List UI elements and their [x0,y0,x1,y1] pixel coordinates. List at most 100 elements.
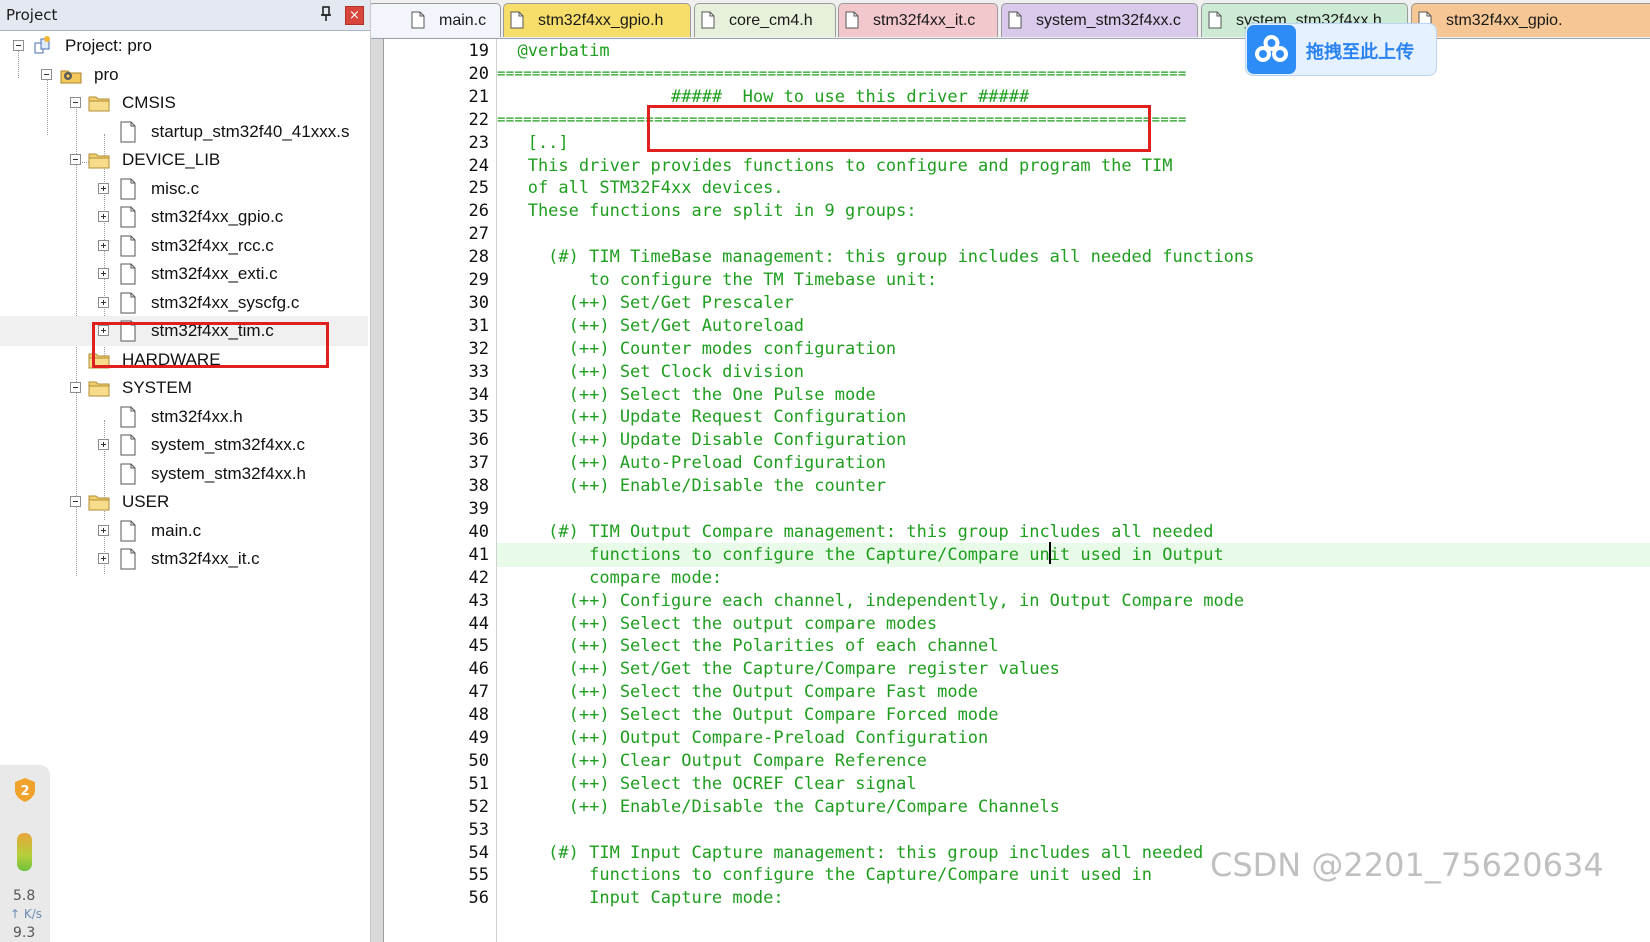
code-line[interactable]: 49 (++) Output Compare-Preload Configura… [371,726,1650,750]
tree-item-file[interactable]: system_stm32f4xx.h [0,459,368,489]
expand-icon[interactable] [98,268,109,279]
code-line[interactable]: 45 (++) Select the Polarities of each ch… [371,634,1650,658]
editor-tab[interactable]: stm32f4xx_gpio.h [503,3,691,37]
code-line[interactable]: 41 functions to configure the Capture/Co… [371,542,1650,567]
code-line[interactable]: 29 to configure the TM Timebase unit: [371,268,1650,292]
code-text[interactable]: Input Capture mode: [497,888,783,908]
code-line[interactable]: 46 (++) Set/Get the Capture/Compare regi… [371,657,1650,681]
code-line[interactable]: 31 (++) Set/Get Autoreload [371,314,1650,338]
code-text[interactable]: (#) TIM TimeBase management: this group … [497,247,1254,267]
collapse-icon[interactable] [70,154,81,165]
code-text[interactable]: @verbatim [497,41,609,61]
code-line[interactable]: 36 (++) Update Disable Configuration [371,428,1650,452]
tree-item-target[interactable]: pro [0,60,368,90]
tree-item-project[interactable]: Project: pro [0,31,368,61]
code-text[interactable]: (++) Set/Get the Capture/Compare registe… [497,659,1060,679]
collapse-icon[interactable] [13,40,24,51]
tree-item-folder[interactable]: USER [0,487,368,517]
network-speed-widget[interactable]: 2 5.8 ↑ K/s 9.3 [0,765,50,942]
collapse-icon[interactable] [70,382,81,393]
code-text[interactable]: (++) Select the Output Compare Forced mo… [497,705,999,725]
tree-item-file[interactable]: stm32f4xx_it.c [0,544,368,574]
code-line[interactable]: 26 These functions are split in 9 groups… [371,199,1650,223]
code-line[interactable]: 20 ======================================… [371,62,1650,86]
editor-tab[interactable]: system_stm32f4xx.c [1001,3,1198,37]
code-line[interactable]: 47 (++) Select the Output Compare Fast m… [371,680,1650,704]
expand-icon[interactable] [98,553,109,564]
code-line[interactable]: 32 (++) Counter modes configuration [371,337,1650,361]
tree-item-file[interactable]: stm32f4xx.h [0,402,368,432]
code-text[interactable]: (++) Configure each channel, independent… [497,591,1245,611]
expand-icon[interactable] [98,239,109,251]
code-line[interactable]: 56 Input Capture mode: [371,886,1650,910]
code-line[interactable]: 44 (++) Select the output compare modes [371,612,1650,636]
code-line[interactable]: 51 (++) Select the OCREF Clear signal [371,772,1650,796]
code-text[interactable]: functions to configure the Capture/Compa… [497,865,1152,885]
code-line[interactable]: 38 (++) Enable/Disable the counter [371,474,1650,498]
code-line[interactable]: 33 (++) Set Clock division [371,360,1650,384]
code-line[interactable]: 53 [371,818,1650,842]
code-text[interactable]: (++) Select the Output Compare Fast mode [497,682,978,702]
code-text[interactable]: (++) Set/Get Autoreload [497,316,804,336]
code-line[interactable]: 25 of all STM32F4xx devices. [371,176,1650,200]
code-text[interactable]: (++) Output Compare-Preload Configuratio… [497,728,989,748]
collapse-icon[interactable] [70,496,81,507]
code-text[interactable]: of all STM32F4xx devices. [497,178,784,198]
tree-item-file[interactable]: main.c [0,516,368,546]
tree-item-file[interactable]: stm32f4xx_syscfg.c [0,288,368,318]
code-text[interactable]: (++) Clear Output Compare Reference [497,751,927,771]
tree-item-folder[interactable]: DEVICE_LIB [0,145,368,175]
code-text[interactable]: compare mode: [497,568,722,588]
code-text[interactable]: (++) Update Disable Configuration [497,430,907,450]
expand-icon[interactable] [98,182,109,194]
expand-icon[interactable] [98,296,109,308]
drag-upload-badge[interactable]: 拖拽至此上传 [1245,23,1437,76]
code-text[interactable]: (#) TIM Input Capture management: this g… [497,843,1203,863]
code-line[interactable]: 42 compare mode: [371,566,1650,590]
code-text[interactable]: ##### How to use this driver ##### [497,87,1029,107]
expand-icon[interactable] [98,439,109,450]
code-line[interactable]: 27 [371,222,1650,246]
code-line[interactable]: 48 (++) Select the Output Compare Forced… [371,703,1650,727]
code-line[interactable]: 50 (++) Clear Output Compare Reference [371,749,1650,773]
tree-item-folder[interactable]: SYSTEM [0,373,368,403]
collapse-icon[interactable] [70,97,81,108]
code-text[interactable]: (++) Select the Polarities of each chann… [497,636,999,656]
code-line[interactable]: 52 (++) Enable/Disable the Capture/Compa… [371,795,1650,819]
pin-icon[interactable] [318,5,334,23]
code-text[interactable]: These functions are split in 9 groups: [497,201,917,221]
code-text[interactable]: (++) Update Request Configuration [497,407,907,427]
code-line[interactable]: 30 (++) Set/Get Prescaler [371,291,1650,315]
editor-tab[interactable]: stm32f4xx_gpio. [1411,3,1650,37]
tree-item-file[interactable]: misc.c [0,174,368,204]
code-text[interactable]: (++) Counter modes configuration [497,339,897,359]
code-text[interactable]: (++) Select the OCREF Clear signal [497,774,917,794]
code-text[interactable]: This driver provides functions to config… [497,156,1173,176]
code-text[interactable]: (++) Select the One Pulse mode [497,385,876,405]
code-line[interactable]: 37 (++) Auto-Preload Configuration [371,451,1650,475]
tree-item-folder[interactable]: CMSIS [0,88,368,118]
code-text[interactable]: functions to configure the Capture/Compa… [497,545,1224,565]
editor-tab[interactable]: core_cm4.h [694,3,836,37]
collapse-icon[interactable] [41,68,52,80]
tree-item-file[interactable]: stm32f4xx_rcc.c [0,231,368,261]
code-line[interactable]: 35 (++) Update Request Configuration [371,405,1650,429]
code-text[interactable]: (++) Select the output compare modes [497,614,937,634]
code-text[interactable]: (++) Enable/Disable the Capture/Compare … [497,797,1060,817]
code-text[interactable]: (++) Set Clock division [497,362,804,382]
code-line[interactable]: 19 @verbatim [371,39,1650,63]
close-panel-button[interactable]: × [345,6,364,25]
code-text[interactable]: ========================================… [497,66,1187,82]
tree-item-file[interactable]: startup_stm32f40_41xxx.s [0,117,368,147]
code-line[interactable]: 39 [371,497,1650,521]
code-text[interactable]: to configure the TM Timebase unit: [497,270,937,290]
code-text[interactable]: (#) TIM Output Compare management: this … [497,522,1213,542]
expand-icon[interactable] [98,211,109,222]
editor-tab[interactable]: stm32f4xx_it.c [838,3,998,37]
tree-item-file[interactable]: stm32f4xx_exti.c [0,259,368,289]
code-text[interactable]: (++) Enable/Disable the counter [497,476,886,496]
code-line[interactable]: 43 (++) Configure each channel, independ… [371,589,1650,613]
tree-item-file[interactable]: system_stm32f4xx.c [0,430,368,460]
code-text[interactable]: (++) Set/Get Prescaler [497,293,794,313]
tree-item-file[interactable]: stm32f4xx_gpio.c [0,202,368,232]
